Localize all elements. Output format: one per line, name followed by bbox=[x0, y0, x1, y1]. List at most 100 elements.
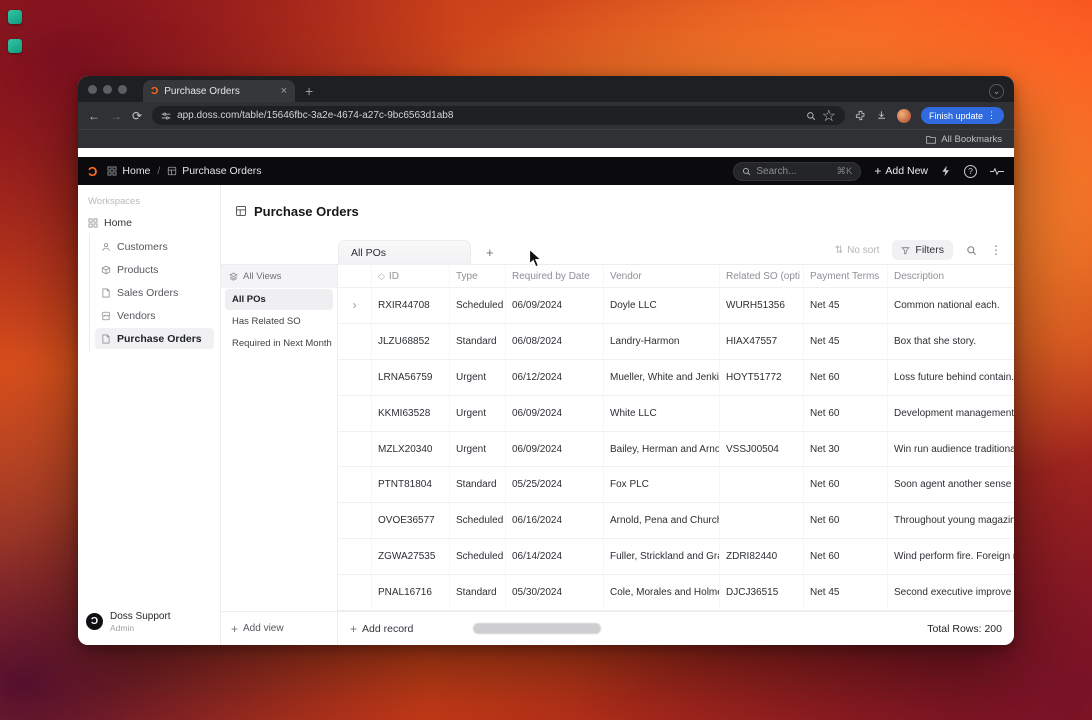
cell-related-so[interactable]: WURH51356 bbox=[720, 288, 804, 323]
expand-cell[interactable] bbox=[338, 539, 372, 575]
cell-vendor[interactable]: Fox PLC bbox=[604, 467, 720, 503]
zoom-icon[interactable] bbox=[806, 111, 816, 121]
cell-id[interactable]: PNAL16716 bbox=[372, 575, 450, 611]
cell-related-so[interactable] bbox=[720, 503, 804, 539]
cell-payment-terms[interactable]: Net 60 bbox=[804, 395, 888, 431]
column-header-description[interactable]: Description bbox=[888, 265, 1014, 287]
help-icon[interactable]: ? bbox=[964, 164, 977, 178]
cell-related-so[interactable]: DJCJ36515 bbox=[720, 575, 804, 611]
table-row[interactable]: PNAL16716 Standard 05/30/2024 Cole, Morales… bbox=[338, 575, 1014, 612]
cell-description[interactable]: Soon agent another sense hot. bbox=[888, 467, 1014, 502]
column-header-required-by-date[interactable]: Required by Date bbox=[506, 265, 604, 287]
sidebar-item-purchase-orders[interactable]: Purchase Orders bbox=[95, 328, 214, 349]
cell-type[interactable]: Urgent bbox=[450, 359, 506, 395]
cell-description[interactable]: Loss future behind contain. bbox=[888, 360, 1014, 395]
address-bar[interactable]: app.doss.com/table/15646fbc-3a2e-4674-a2… bbox=[152, 106, 845, 125]
cell-id[interactable]: KKMI63528 bbox=[372, 395, 450, 431]
cell-vendor[interactable]: Fuller, Strickland and Gray bbox=[604, 539, 720, 575]
download-icon[interactable] bbox=[876, 110, 887, 121]
cell-related-so[interactable] bbox=[720, 395, 804, 431]
cell-vendor[interactable]: Arnold, Pena and Church bbox=[604, 503, 720, 539]
cell-required-by-date[interactable]: 06/14/2024 bbox=[506, 539, 604, 575]
add-tab-button[interactable]: + bbox=[486, 246, 494, 259]
expand-cell[interactable] bbox=[338, 575, 372, 611]
cell-vendor[interactable]: Bailey, Herman and Arnold bbox=[604, 431, 720, 467]
zoom-window-button[interactable] bbox=[118, 84, 127, 94]
sidebar-item-products[interactable]: Products bbox=[95, 259, 214, 280]
column-header-id[interactable]: ◇ ID bbox=[372, 265, 450, 287]
column-header-related-so[interactable]: Related SO (opti bbox=[720, 265, 804, 287]
cell-related-so[interactable]: ZDRI82440 bbox=[720, 539, 804, 575]
cell-related-so[interactable]: HOYT51772 bbox=[720, 359, 804, 395]
breadcrumb-current[interactable]: Purchase Orders bbox=[182, 165, 261, 177]
all-bookmarks-link[interactable]: All Bookmarks bbox=[941, 134, 1002, 145]
column-header-payment-terms[interactable]: Payment Terms bbox=[804, 265, 888, 287]
activity-pulse-icon[interactable] bbox=[990, 166, 1004, 176]
expand-cell[interactable]: › bbox=[338, 288, 372, 323]
cell-id[interactable]: PTNT81804 bbox=[372, 467, 450, 503]
cell-required-by-date[interactable]: 06/16/2024 bbox=[506, 503, 604, 539]
breadcrumb-home[interactable]: Home bbox=[122, 165, 150, 177]
cell-id[interactable]: OVOE36577 bbox=[372, 503, 450, 539]
cell-description[interactable]: Common national each. bbox=[888, 288, 1014, 323]
account-section[interactable]: Ɔ Doss Support Admin bbox=[84, 607, 214, 637]
reload-button[interactable]: ⟳ bbox=[132, 110, 142, 122]
cell-description[interactable]: Win run audience traditional. Pag bbox=[888, 432, 1014, 467]
desktop-icon[interactable] bbox=[8, 10, 22, 24]
cell-type[interactable]: Scheduled bbox=[450, 288, 506, 323]
tab-close-icon[interactable]: × bbox=[281, 85, 287, 97]
cell-description[interactable]: Box that she story. bbox=[888, 324, 1014, 359]
view-item[interactable]: All POs bbox=[225, 289, 333, 310]
table-row[interactable]: MZLX20340 Urgent 06/09/2024 Bailey, Herman … bbox=[338, 431, 1014, 468]
table-row[interactable]: OVOE36577 Scheduled 06/16/2024 Arnold, Pena… bbox=[338, 503, 1014, 540]
cell-required-by-date[interactable]: 06/09/2024 bbox=[506, 395, 604, 431]
close-window-button[interactable] bbox=[88, 84, 97, 94]
cell-vendor[interactable]: Cole, Morales and Holmes bbox=[604, 575, 720, 611]
expand-cell[interactable] bbox=[338, 467, 372, 503]
column-header-vendor[interactable]: Vendor bbox=[604, 265, 720, 287]
cell-vendor[interactable]: Mueller, White and Jenkins bbox=[604, 359, 720, 395]
cell-description[interactable]: Wind perform fire. Foreign rest e bbox=[888, 539, 1014, 574]
cell-required-by-date[interactable]: 06/09/2024 bbox=[506, 288, 604, 323]
cell-type[interactable]: Urgent bbox=[450, 431, 506, 467]
sidebar-item-sales-orders[interactable]: Sales Orders bbox=[95, 282, 214, 303]
sidebar-item-home[interactable]: Home bbox=[84, 213, 214, 233]
forward-button[interactable]: → bbox=[110, 110, 122, 122]
cell-payment-terms[interactable]: Net 60 bbox=[804, 467, 888, 503]
new-tab-button[interactable]: + bbox=[305, 83, 313, 99]
table-row[interactable]: JLZU68852 Standard 06/08/2024 Landry-Harmon… bbox=[338, 323, 1014, 360]
minimize-window-button[interactable] bbox=[103, 84, 112, 94]
expand-cell[interactable] bbox=[338, 503, 372, 539]
views-panel-header[interactable]: All Views bbox=[221, 265, 337, 288]
add-record-button[interactable]: Add record bbox=[362, 623, 413, 635]
cell-required-by-date[interactable]: 06/08/2024 bbox=[506, 323, 604, 359]
cell-vendor[interactable]: Landry-Harmon bbox=[604, 323, 720, 359]
back-button[interactable]: ← bbox=[88, 110, 100, 122]
cell-vendor[interactable]: Doyle LLC bbox=[604, 288, 720, 323]
cell-related-so[interactable]: VSSJ00504 bbox=[720, 431, 804, 467]
cell-required-by-date[interactable]: 06/12/2024 bbox=[506, 359, 604, 395]
browser-tab[interactable]: Ɔ Purchase Orders × bbox=[143, 80, 295, 102]
tab-all-pos[interactable]: All POs bbox=[338, 240, 471, 265]
cell-payment-terms[interactable]: Net 45 bbox=[804, 288, 888, 323]
cell-payment-terms[interactable]: Net 60 bbox=[804, 539, 888, 575]
cell-payment-terms[interactable]: Net 45 bbox=[804, 575, 888, 611]
global-search[interactable]: Search... ⌘K bbox=[733, 161, 862, 181]
cell-payment-terms[interactable]: Net 30 bbox=[804, 431, 888, 467]
cell-type[interactable]: Scheduled bbox=[450, 539, 506, 575]
table-row[interactable]: LRNA56759 Urgent 06/12/2024 Mueller, White … bbox=[338, 359, 1014, 396]
automations-bolt-icon[interactable] bbox=[941, 165, 951, 177]
doss-logo[interactable]: Ɔ bbox=[88, 164, 97, 179]
cell-description[interactable]: Throughout young magazine tea bbox=[888, 503, 1014, 538]
table-row[interactable]: › RXIR44708 Scheduled 06/09/2024 Doyle LLC WU… bbox=[338, 288, 1014, 324]
add-new-button[interactable]: + Add New bbox=[874, 165, 928, 177]
bookmark-star-icon[interactable]: ☆ bbox=[822, 106, 836, 126]
finish-update-button[interactable]: Finish update ⋮ bbox=[920, 107, 1004, 124]
url-text[interactable]: app.doss.com/table/15646fbc-3a2e-4674-a2… bbox=[177, 110, 800, 121]
cell-id[interactable]: RXIR44708 bbox=[372, 288, 450, 323]
sidebar-item-vendors[interactable]: Vendors bbox=[95, 305, 214, 326]
cell-required-by-date[interactable]: 06/09/2024 bbox=[506, 431, 604, 467]
cell-type[interactable]: Standard bbox=[450, 323, 506, 359]
tab-search-chevron-icon[interactable]: ⌄ bbox=[989, 84, 1004, 99]
table-row[interactable]: KKMI63528 Urgent 06/09/2024 White LLC Net 60… bbox=[338, 395, 1014, 432]
